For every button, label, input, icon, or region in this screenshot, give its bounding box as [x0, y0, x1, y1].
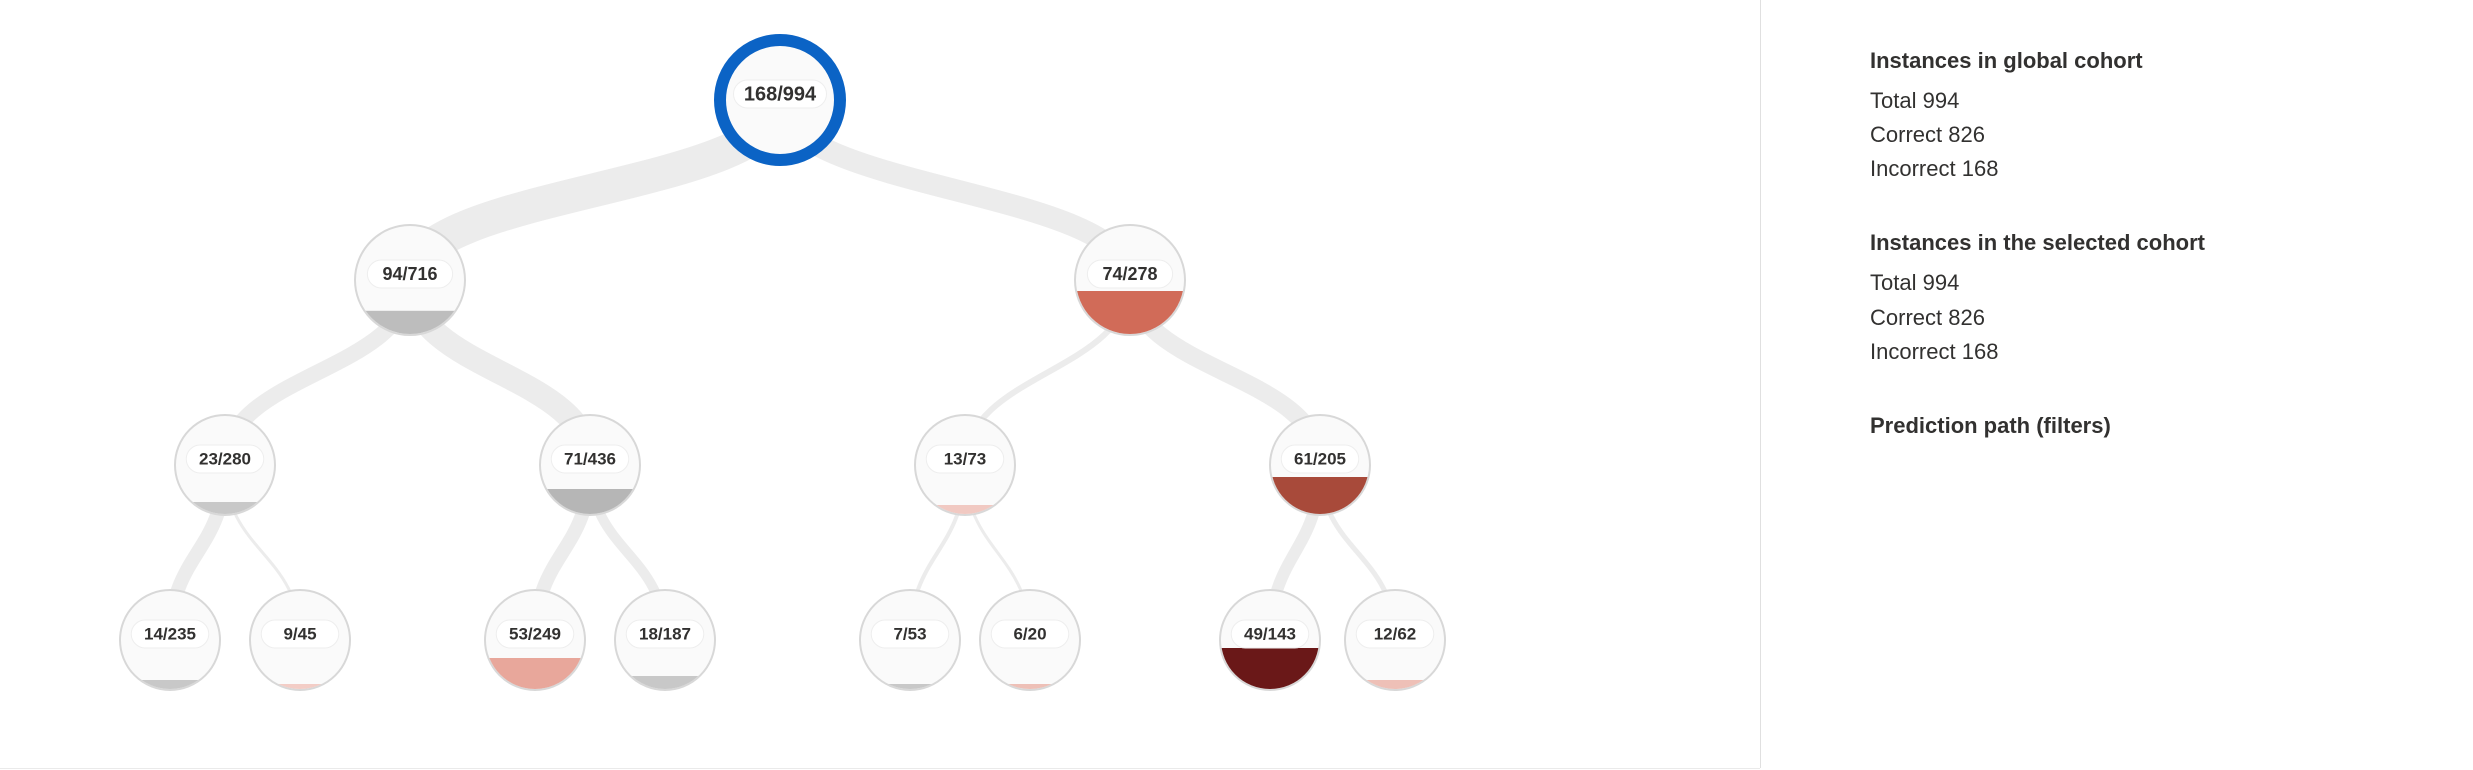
prediction-path-block: Prediction path (filters) — [1870, 409, 2430, 443]
tree-node[interactable]: 74/278 — [1075, 225, 1185, 335]
selected-incorrect-line: Incorrect 168 — [1870, 335, 2430, 369]
tree-node-label: 61/205 — [1294, 449, 1346, 468]
global-correct-line: Correct 826 — [1870, 118, 2430, 152]
value-total: 994 — [1923, 88, 1960, 113]
tree-node[interactable]: 7/53 — [860, 590, 960, 690]
tree-node[interactable]: 94/716 — [355, 225, 465, 335]
tree-node[interactable]: 14/235 — [120, 590, 220, 690]
tree-node-label: 71/436 — [564, 449, 616, 468]
tree-node-label: 168/994 — [744, 83, 817, 105]
prediction-path-heading: Prediction path (filters) — [1870, 409, 2430, 443]
label-incorrect: Incorrect — [1870, 339, 1956, 364]
tree-node-label: 9/45 — [283, 624, 316, 643]
info-panel: Instances in global cohort Total 994 Cor… — [1870, 44, 2430, 483]
value-total: 994 — [1923, 270, 1960, 295]
selected-total-line: Total 994 — [1870, 266, 2430, 300]
tree-node-label: 14/235 — [144, 624, 196, 643]
tree-node[interactable]: 6/20 — [980, 590, 1080, 690]
value-incorrect: 168 — [1962, 156, 1999, 181]
global-total-line: Total 994 — [1870, 84, 2430, 118]
tree-node[interactable]: 23/280 — [175, 415, 275, 515]
label-total: Total — [1870, 270, 1916, 295]
tree-node[interactable]: 13/73 — [915, 415, 1015, 515]
selected-cohort-block: Instances in the selected cohort Total 9… — [1870, 226, 2430, 368]
tree-node-label: 23/280 — [199, 449, 251, 468]
tree-node-label: 6/20 — [1013, 624, 1046, 643]
global-incorrect-line: Incorrect 168 — [1870, 152, 2430, 186]
tree-node-label: 74/278 — [1102, 264, 1157, 284]
tree-node[interactable]: 49/143 — [1220, 590, 1320, 690]
tree-node-label: 12/62 — [1374, 624, 1417, 643]
selected-cohort-heading: Instances in the selected cohort — [1870, 226, 2430, 260]
label-incorrect: Incorrect — [1870, 156, 1956, 181]
tree-node[interactable]: 18/187 — [615, 590, 715, 690]
tree-node-label: 49/143 — [1244, 624, 1296, 643]
label-correct: Correct — [1870, 305, 1942, 330]
global-cohort-block: Instances in global cohort Total 994 Cor… — [1870, 44, 2430, 186]
tree-node[interactable]: 71/436 — [540, 415, 640, 515]
global-cohort-heading: Instances in global cohort — [1870, 44, 2430, 78]
tree-node-label: 53/249 — [509, 624, 561, 643]
selected-correct-line: Correct 826 — [1870, 301, 2430, 335]
tree-node-label: 7/53 — [893, 624, 926, 643]
error-tree: 168/994 94/716 74/278 23/280 71/436 13/73 61/2… — [0, 0, 1760, 768]
tree-node[interactable]: 168/994 — [720, 40, 840, 160]
tree-node[interactable]: 53/249 — [485, 590, 585, 690]
tree-node[interactable]: 9/45 — [250, 590, 350, 690]
tree-node[interactable]: 61/205 — [1270, 415, 1370, 515]
panel-divider — [1760, 0, 1761, 768]
label-total: Total — [1870, 88, 1916, 113]
tree-node-label: 13/73 — [944, 449, 987, 468]
value-correct: 826 — [1948, 305, 1985, 330]
value-incorrect: 168 — [1962, 339, 1999, 364]
tree-node-label: 94/716 — [382, 264, 437, 284]
tree-node-label: 18/187 — [639, 624, 691, 643]
error-tree-region[interactable]: 168/994 94/716 74/278 23/280 71/436 13/73 61/2… — [0, 0, 1760, 769]
tree-node[interactable]: 12/62 — [1345, 590, 1445, 690]
label-correct: Correct — [1870, 122, 1942, 147]
value-correct: 826 — [1948, 122, 1985, 147]
